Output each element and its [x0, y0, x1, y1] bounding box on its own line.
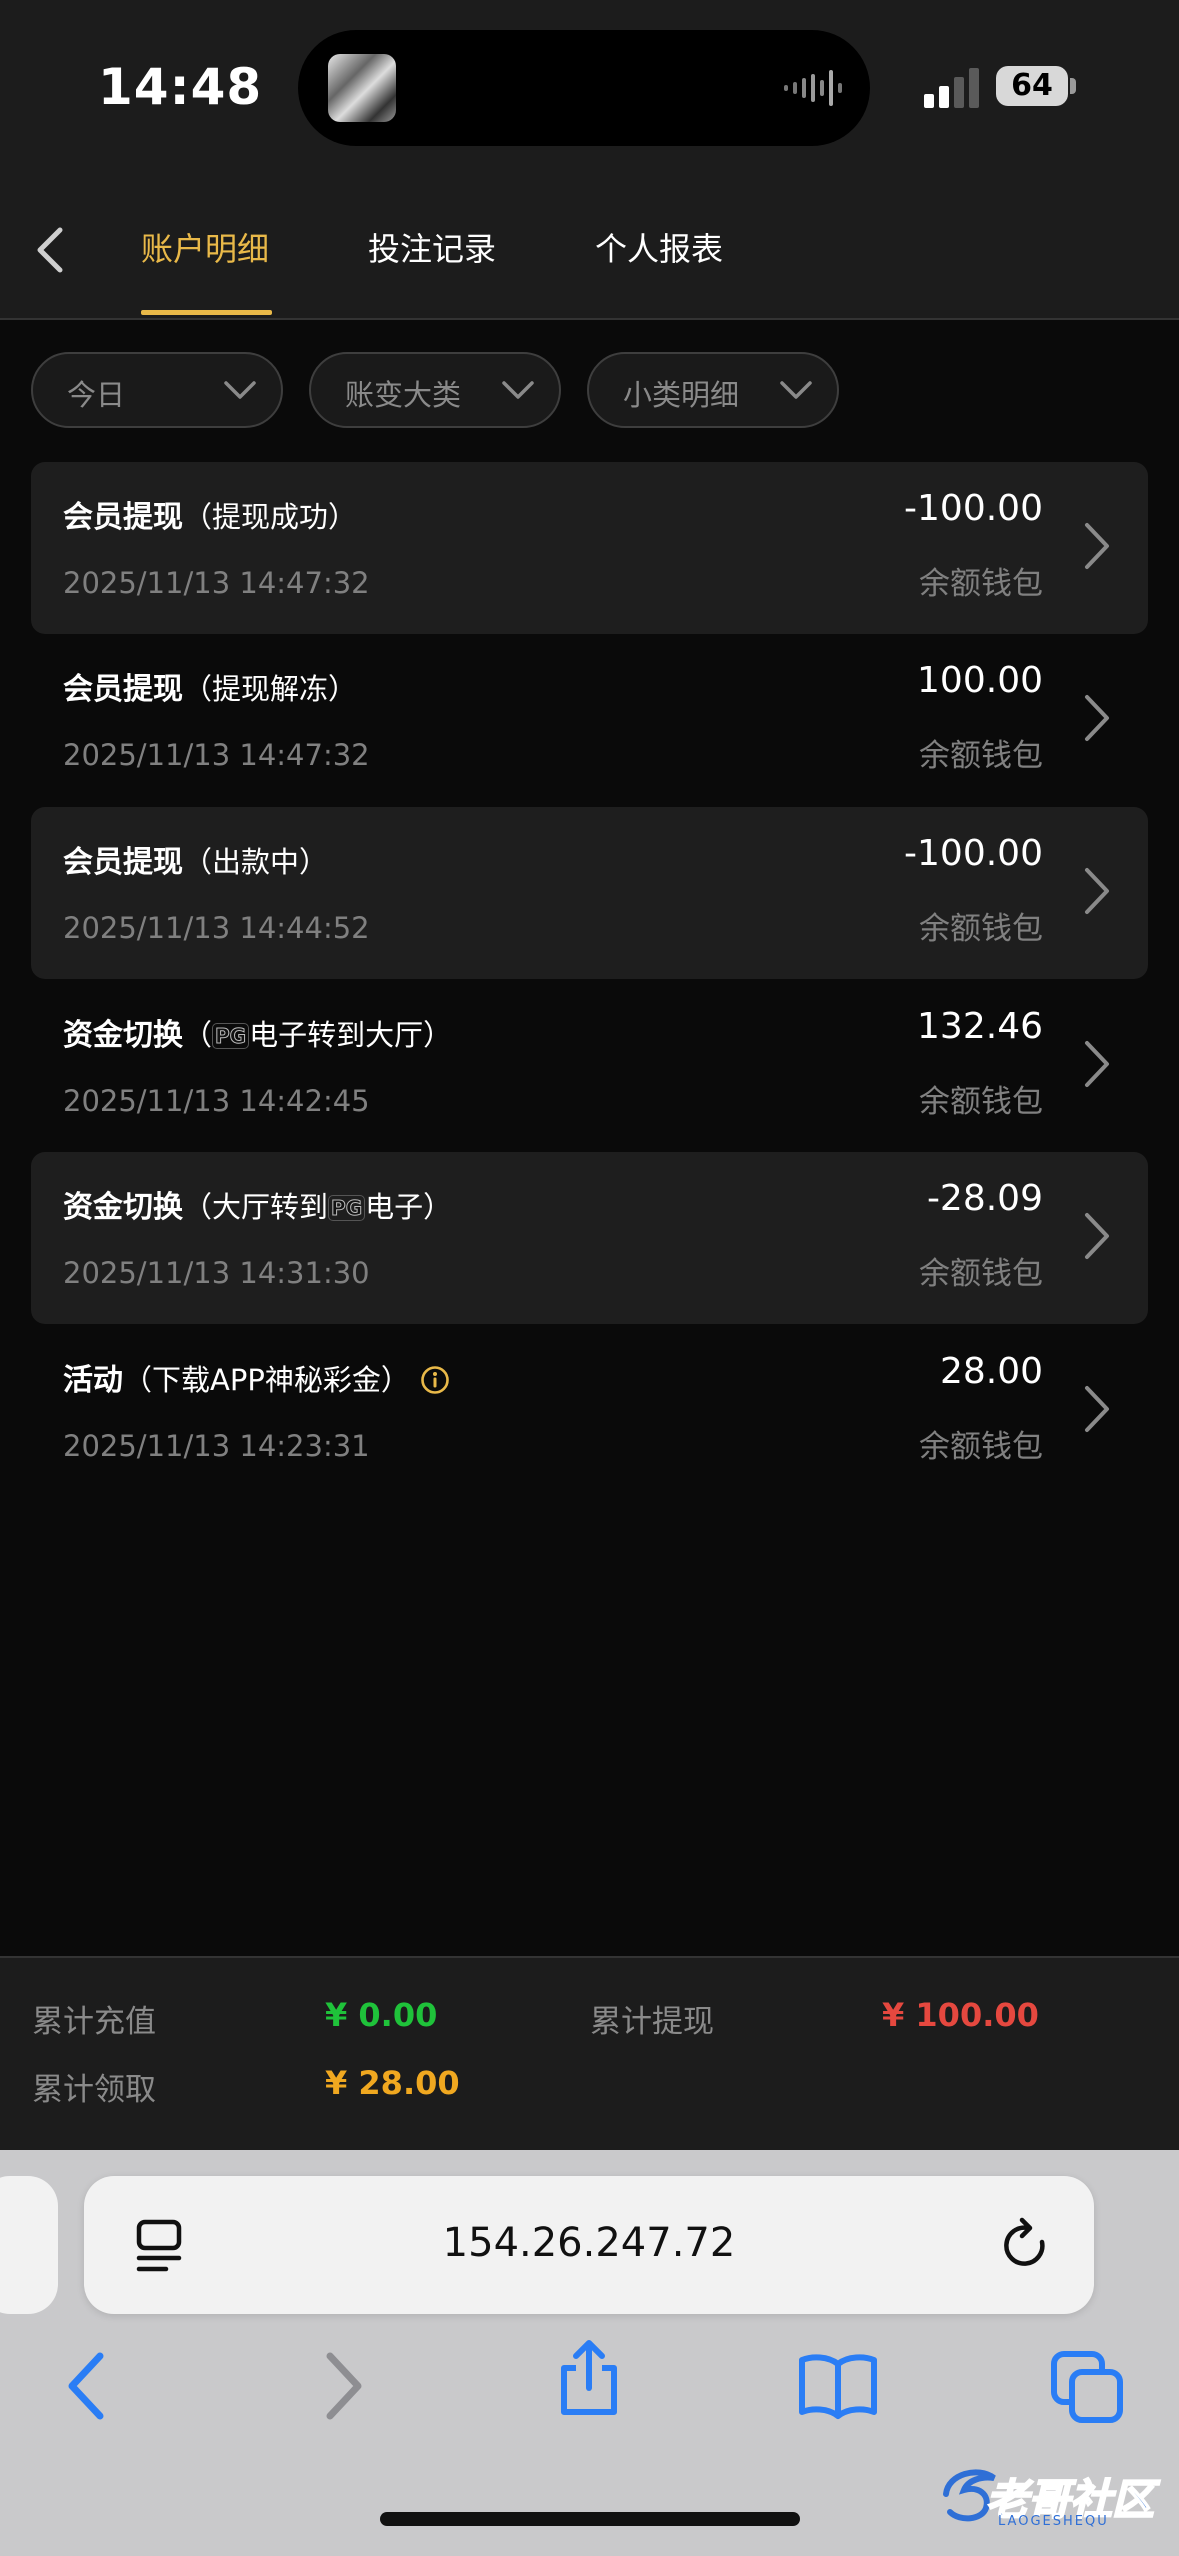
transaction-date: 2025/11/13 14:31:30 [63, 1256, 370, 1290]
transaction-title: 资金切换（大厅转到 PG 电子） [63, 1190, 453, 1225]
tab-bet-records[interactable]: 投注记录 [368, 224, 496, 270]
category-filter-dropdown[interactable]: 账变大类 [309, 352, 561, 428]
tab-account-details[interactable]: 账户明细 [141, 224, 269, 270]
pg-logo: PG [328, 1195, 366, 1221]
transaction-row[interactable]: 会员提现（提现成功） 2025/11/13 14:47:32 -100.00 余… [31, 462, 1148, 634]
transaction-title: 资金切换（ PG 电子转到大厅） [63, 1018, 453, 1053]
browser-forward-icon[interactable] [318, 2346, 368, 2426]
transaction-row[interactable]: 活动（下载APP神秘彩金） 2025/11/13 14:23:31 28.00 … [31, 1325, 1148, 1497]
watermark-logo: 老哥社区 LAOGESHEQU [938, 2460, 1164, 2530]
transaction-amount: -100.00 [904, 833, 1043, 874]
total-recharge-label: 累计充值 [32, 2004, 156, 2040]
category-filter-label: 账变大类 [345, 378, 462, 412]
wallet-label: 余额钱包 [919, 566, 1043, 602]
chevron-right-icon [1085, 523, 1109, 569]
status-bar: 14:48 64 [0, 0, 1179, 180]
chevron-down-icon [224, 381, 256, 399]
transaction-date: 2025/11/13 14:44:52 [63, 911, 370, 945]
transaction-date: 2025/11/13 14:47:32 [63, 738, 370, 772]
total-withdraw-label: 累计提现 [590, 2004, 714, 2040]
chevron-right-icon [1085, 1386, 1109, 1432]
wallet-label: 余额钱包 [919, 1429, 1043, 1465]
cellular-signal-icon [924, 68, 979, 108]
battery-tip [1070, 78, 1076, 94]
share-icon[interactable] [554, 2338, 624, 2418]
bookmarks-icon[interactable] [798, 2350, 878, 2420]
chevron-right-icon [1085, 1041, 1109, 1087]
active-tab-indicator [141, 310, 272, 315]
tab-personal-report[interactable]: 个人报表 [595, 224, 723, 270]
pg-logo: PG [212, 1023, 250, 1049]
audio-wave-icon [784, 70, 842, 106]
top-navigation: 账户明细 投注记录 个人报表 [0, 180, 1179, 320]
previous-tab-preview[interactable] [0, 2176, 58, 2314]
battery-indicator: 64 [996, 66, 1068, 106]
chevron-down-icon [780, 381, 812, 399]
transaction-title: 会员提现（提现成功） [63, 500, 358, 535]
transaction-row[interactable]: 资金切换（ PG 电子转到大厅） 2025/11/13 14:42:45 132.4… [31, 980, 1148, 1152]
wallet-label: 余额钱包 [919, 738, 1043, 774]
tabs-icon[interactable] [1050, 2350, 1126, 2426]
transaction-amount: -100.00 [904, 488, 1043, 529]
chevron-right-icon [1085, 868, 1109, 914]
transaction-amount: 100.00 [917, 660, 1043, 701]
home-indicator[interactable] [380, 2512, 800, 2526]
wallet-label: 余额钱包 [919, 1256, 1043, 1292]
now-playing-artwork [328, 54, 396, 122]
transaction-row[interactable]: 会员提现（出款中） 2025/11/13 14:44:52 -100.00 余额… [31, 807, 1148, 979]
clock: 14:48 [98, 58, 263, 116]
wallet-label: 余额钱包 [919, 1084, 1043, 1120]
totals-summary: 累计充值 ¥ 0.00 累计提现 ¥ 100.00 累计领取 ¥ 28.00 [0, 1956, 1179, 2150]
reload-icon[interactable] [998, 2216, 1054, 2276]
dynamic-island[interactable] [298, 30, 870, 146]
back-arrow-icon[interactable] [30, 222, 70, 278]
total-claim-label: 累计领取 [32, 2072, 156, 2108]
transaction-date: 2025/11/13 14:23:31 [63, 1429, 370, 1463]
transaction-date: 2025/11/13 14:42:45 [63, 1084, 370, 1118]
transaction-date: 2025/11/13 14:47:32 [63, 566, 370, 600]
url-text: 154.26.247.72 [442, 2220, 736, 2266]
date-filter-dropdown[interactable]: 今日 [31, 352, 283, 428]
transaction-title: 活动（下载APP神秘彩金） [63, 1355, 450, 1399]
total-recharge-value: ¥ 0.00 [325, 1996, 438, 2034]
transaction-amount: 132.46 [917, 1006, 1043, 1047]
info-icon[interactable] [420, 1365, 450, 1395]
subcategory-filter-dropdown[interactable]: 小类明细 [587, 352, 839, 428]
chevron-right-icon [1085, 695, 1109, 741]
total-claim-value: ¥ 28.00 [325, 2064, 460, 2102]
transaction-row[interactable]: 资金切换（大厅转到 PG 电子） 2025/11/13 14:31:30 -28.0… [31, 1152, 1148, 1324]
total-withdraw-value: ¥ 100.00 [882, 1996, 1039, 2034]
date-filter-label: 今日 [67, 378, 126, 412]
transaction-amount: -28.09 [926, 1178, 1043, 1219]
subcategory-filter-label: 小类明细 [623, 378, 740, 412]
browser-back-icon[interactable] [62, 2346, 112, 2426]
address-bar[interactable]: 154.26.247.72 [84, 2176, 1094, 2314]
chevron-right-icon [1085, 1213, 1109, 1259]
wallet-label: 余额钱包 [919, 911, 1043, 947]
transaction-amount: 28.00 [939, 1351, 1043, 1392]
chevron-down-icon [502, 381, 534, 399]
transaction-row[interactable]: 会员提现（提现解冻） 2025/11/13 14:47:32 100.00 余额… [31, 634, 1148, 806]
transaction-title: 会员提现（提现解冻） [63, 672, 358, 707]
transaction-title: 会员提现（出款中） [63, 845, 329, 880]
